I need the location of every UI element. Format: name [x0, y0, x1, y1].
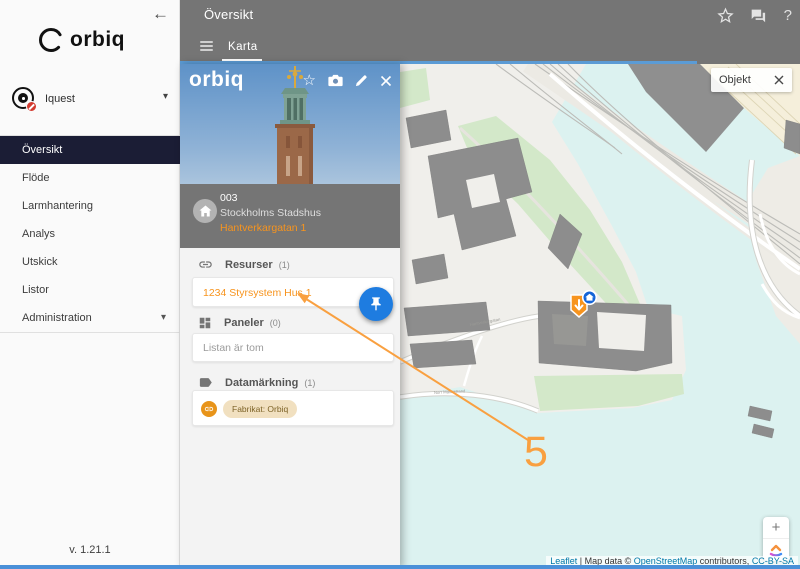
sidebar-item-larmhantering[interactable]: Larmhantering — [0, 192, 180, 220]
panels-empty-card: Listan är tom — [192, 333, 394, 362]
resources-section-header: Resurser (1) — [198, 257, 290, 272]
sidebar-item-oversikt[interactable]: Översikt — [0, 136, 180, 164]
section-title: Paneler — [224, 317, 264, 329]
tag-link-icon — [201, 401, 217, 417]
chevron-down-icon: ▾ — [161, 304, 166, 332]
edit-pencil-icon[interactable] — [355, 74, 368, 87]
close-icon[interactable] — [380, 75, 392, 87]
object-summary-band: 003 Stockholms Stadshus Hantverkargatan … — [180, 184, 400, 248]
section-count: (1) — [304, 378, 315, 388]
home-icon — [199, 205, 212, 217]
resource-link[interactable]: 1234 Styrsystem Hus 1 — [203, 287, 312, 299]
fabrikat-chip[interactable]: Fabrikat: Orbiq — [223, 400, 297, 418]
section-count: (1) — [279, 260, 290, 270]
window-bottom-border — [0, 565, 800, 569]
datatag-card: Fabrikat: Orbiq — [192, 390, 394, 426]
sidebar-item-flode[interactable]: Flöde — [0, 164, 180, 192]
messages-icon[interactable] — [750, 0, 766, 30]
brand-wordmark: orbiq — [70, 28, 125, 52]
objekt-label: Objekt — [719, 74, 774, 86]
sidebar-item-label: Översikt — [22, 144, 62, 156]
sidebar-item-analys[interactable]: Analys — [0, 220, 180, 248]
sidebar-item-label: Larmhantering — [22, 200, 93, 212]
label-tag-icon — [198, 375, 213, 390]
page-title: Översikt — [204, 0, 253, 30]
chevron-down-icon: ▾ — [163, 91, 168, 102]
account-name: Iquest — [45, 93, 75, 105]
favorite-star-icon[interactable]: ☆ — [303, 73, 316, 88]
sidebar-item-utskick[interactable]: Utskick — [0, 248, 180, 276]
pushpin-icon — [368, 296, 384, 312]
sidebar-item-administration[interactable]: Administration ▾ — [0, 304, 180, 332]
object-address-link[interactable]: Hantverkargatan 1 — [220, 222, 306, 234]
pin-fab-button[interactable] — [359, 287, 393, 321]
objekt-layer-button[interactable]: Objekt — [711, 68, 792, 92]
sidebar-item-label: Analys — [22, 228, 55, 240]
close-icon[interactable] — [774, 75, 784, 85]
dashboard-icon — [198, 316, 212, 330]
brand-logo: orbiq — [38, 27, 125, 53]
orbiq-ring-icon — [38, 27, 64, 53]
section-count: (0) — [270, 318, 281, 328]
object-id: 003 — [220, 192, 238, 204]
account-selector[interactable]: Iquest ▾ — [0, 84, 180, 120]
app-version: v. 1.21.1 — [0, 544, 180, 556]
link-icon — [198, 257, 213, 272]
map-zoom-control: + — [763, 517, 789, 561]
object-photo: orbiq ☆ — [180, 64, 400, 184]
panel-brand-logo: orbiq — [189, 68, 244, 92]
tab-bar: Karta — [180, 30, 800, 64]
top-app-bar: Översikt ? — [180, 0, 800, 30]
section-title: Datamärkning — [225, 377, 298, 389]
account-avatar-icon — [12, 87, 34, 109]
favorite-star-icon[interactable] — [717, 0, 734, 30]
sidebar-item-label: Flöde — [22, 172, 50, 184]
help-icon[interactable]: ? — [784, 0, 792, 30]
panels-section-header: Paneler (0) — [198, 315, 281, 330]
sidebar-item-label: Utskick — [22, 256, 57, 268]
app-window: Hantverkargatan Norr Mälarstrand Objekt … — [0, 0, 800, 569]
collapse-sidebar-arrow-icon[interactable]: ← — [152, 4, 169, 24]
sidebar-menu: Översikt Flöde Larmhantering Analys Utsk… — [0, 135, 180, 333]
object-name: Stockholms Stadshus — [220, 207, 321, 219]
sidebar-item-label: Listor — [22, 284, 49, 296]
zoom-in-button[interactable]: + — [763, 517, 789, 539]
datatags-section-header: Datamärkning (1) — [198, 375, 315, 390]
building-avatar — [193, 199, 217, 223]
sidebar-item-listor[interactable]: Listor — [0, 276, 180, 304]
empty-list-text: Listan är tom — [203, 342, 264, 354]
tab-list-icon[interactable] — [200, 41, 213, 51]
sidebar-item-label: Administration — [22, 312, 92, 324]
camera-icon[interactable] — [328, 74, 343, 87]
sidebar: ← orbiq Iquest ▾ Översikt Flöde Larmhant… — [0, 0, 180, 569]
map-canvas[interactable]: Hantverkargatan Norr Mälarstrand — [400, 64, 800, 569]
object-detail-panel: orbiq ☆ 003 Stockholms Stadshus Hantverk… — [180, 64, 400, 569]
blocked-badge-icon — [26, 101, 37, 112]
section-title: Resurser — [225, 259, 273, 271]
